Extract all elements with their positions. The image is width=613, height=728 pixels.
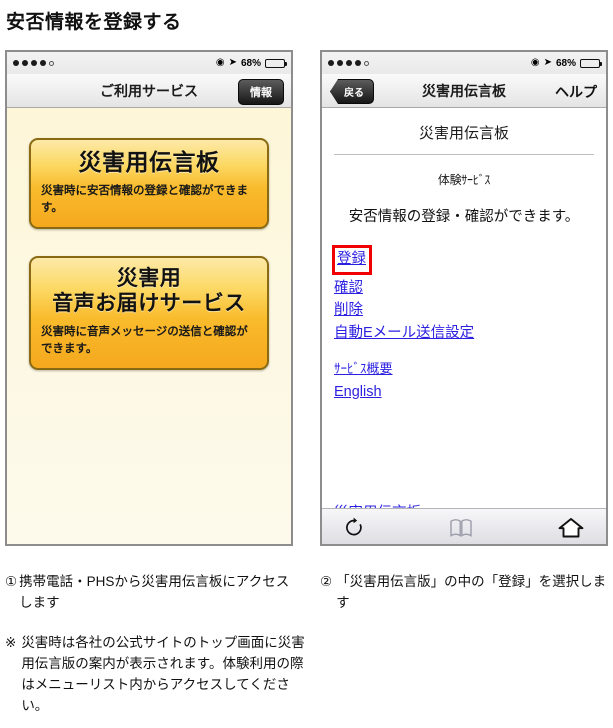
bookmarks-icon[interactable] <box>449 518 473 538</box>
content-description: 安否情報の登録・確認ができます。 <box>348 209 580 225</box>
caption-text-two: 「災害用伝言版」の中の「登録」を選択します <box>336 574 607 610</box>
status-bar-one: ◉ ➤ 68% <box>7 52 291 74</box>
service-heading: 災害用伝言板 <box>78 149 220 175</box>
phone-one-content: 災害用伝言板 災害時に安否情報の登録と確認ができます。 災害用 音声お届けサービ… <box>7 108 291 544</box>
signal-strength-icon <box>328 60 369 66</box>
help-button[interactable]: ヘルプ <box>555 82 597 102</box>
link-row: ｻｰﾋﾞｽ概要 <box>334 358 594 381</box>
service-description: 災害時に音声メッセージの送信と確認ができます。 <box>41 326 248 355</box>
caption-marker-two: ② <box>320 574 333 589</box>
content-subtitle: 体験ｻｰﾋﾞｽ <box>437 173 491 187</box>
service-description: 災害時に安否情報の登録と確認ができます。 <box>41 185 248 214</box>
link-register[interactable]: 登録 <box>337 249 366 270</box>
signal-dot <box>328 60 334 66</box>
signal-strength-icon <box>13 60 54 66</box>
signal-dot-empty <box>364 60 369 66</box>
phone-mockup-one: ◉ ➤ 68% ご利用サービス 情報 災害用伝言板 災害時に安否情報の登録と確認… <box>5 50 293 546</box>
service-heading-line-2: 音声お届けサービス <box>52 292 246 316</box>
nav-bar-two: 戻る 災害用伝言板 ヘルプ <box>322 74 606 108</box>
status-bar-right-one: ◉ ➤ 68% <box>215 57 287 69</box>
nav-title-one: ご利用サービス <box>100 82 198 99</box>
battery-icon <box>580 58 602 68</box>
signal-dot <box>13 60 19 66</box>
nav-bar-one: ご利用サービス 情報 <box>7 74 291 108</box>
status-bar-right-two: ◉ ➤ 68% <box>530 57 602 69</box>
nav-title-two: 災害用伝言板 <box>422 82 506 99</box>
caption-note: ※ 災害時は各社の公式サイトのトップ画面に災害用伝言版の案内が表示されます。体験… <box>5 633 305 717</box>
signal-dot <box>346 60 352 66</box>
caption-step-two: ② 「災害用伝言版」の中の「登録」を選択します <box>320 572 610 614</box>
signal-dot <box>31 60 37 66</box>
battery-percent-label: 68% <box>555 57 576 69</box>
caption-text-note: 災害時は各社の公式サイトのトップ画面に災害用伝言版の案内が表示されます。体験利用… <box>21 635 305 713</box>
service-heading-line-1: 災害用 <box>116 267 182 291</box>
safari-toolbar <box>322 508 606 544</box>
registration-highlight-box: 登録 <box>332 245 372 275</box>
signal-dot-empty <box>49 60 54 66</box>
link-auto-email-settings[interactable]: 自動Eメール送信設定 <box>334 323 474 344</box>
service-button-message-board[interactable]: 災害用伝言板 災害時に安否情報の登録と確認ができます。 <box>29 138 269 230</box>
phone-two-content: 災害用伝言板 体験ｻｰﾋﾞｽ 安否情報の登録・確認ができます。 登録 確認 削除… <box>322 108 606 508</box>
caption-marker-note: ※ <box>5 635 17 650</box>
service-button-voice-delivery[interactable]: 災害用 音声お届けサービス 災害時に音声メッセージの送信と確認ができます。 <box>29 256 269 371</box>
link-row: 登録 <box>332 244 594 277</box>
link-cut-off-message-board[interactable]: 災害用伝言板 <box>334 501 421 508</box>
link-row: 削除 <box>334 299 594 322</box>
link-row: 確認 <box>334 277 594 300</box>
page-root: 安否情報を登録する ◉ ➤ 68% ご利用サービス 情報 災害用伝言板 災害時に… <box>0 0 613 728</box>
page-title: 安否情報を登録する <box>6 12 182 33</box>
caption-marker-one: ① <box>5 574 18 589</box>
signal-dot <box>337 60 343 66</box>
link-service-overview[interactable]: ｻｰﾋﾞｽ概要 <box>334 360 393 378</box>
back-button[interactable]: 戻る <box>330 79 374 104</box>
reload-icon[interactable] <box>344 517 364 539</box>
link-list-primary: 登録 確認 削除 自動Eメール送信設定 ｻｰﾋﾞｽ概要 English <box>332 230 594 404</box>
status-bar-two: ◉ ➤ 68% <box>322 52 606 74</box>
location-icon: ◉ <box>530 57 540 68</box>
signal-dot <box>22 60 28 66</box>
caption-step-one: ① 携帯電話・PHSから災害用伝言板にアクセスします <box>5 572 295 614</box>
signal-dot <box>355 60 361 66</box>
link-group-spacer <box>334 345 594 358</box>
link-row: 自動Eメール送信設定 <box>334 322 594 345</box>
battery-icon <box>265 58 287 68</box>
info-button[interactable]: 情報 <box>238 79 284 105</box>
battery-percent-label: 68% <box>240 57 261 69</box>
phone-mockup-two: ◉ ➤ 68% 戻る 災害用伝言板 ヘルプ 災害用伝言板 体験ｻｰﾋﾞｽ 安否情… <box>320 50 608 546</box>
home-icon[interactable] <box>558 517 584 539</box>
navigation-arrow-icon: ➤ <box>543 57 552 68</box>
navigation-arrow-icon: ➤ <box>228 57 237 68</box>
link-delete[interactable]: 削除 <box>334 300 363 321</box>
link-english[interactable]: English <box>334 382 382 403</box>
link-confirm[interactable]: 確認 <box>334 278 363 299</box>
signal-dot <box>40 60 46 66</box>
content-page-title: 災害用伝言板 <box>334 118 594 155</box>
location-icon: ◉ <box>215 57 225 68</box>
link-row: English <box>334 381 594 404</box>
caption-text-one: 携帯電話・PHSから災害用伝言板にアクセスします <box>19 574 290 610</box>
